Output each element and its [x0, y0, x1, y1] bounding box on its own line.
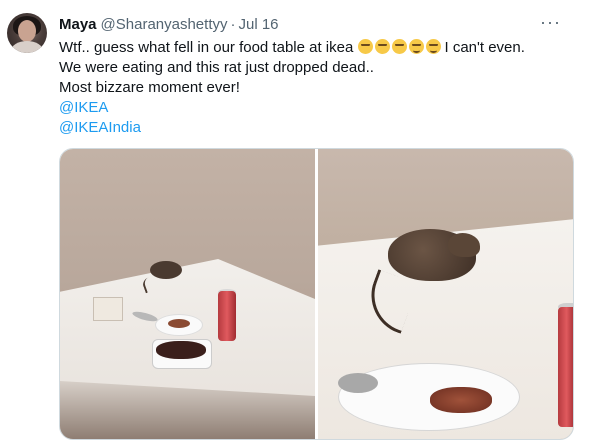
food [430, 387, 492, 413]
unamused-face-icon [391, 39, 407, 54]
soda-can [218, 291, 236, 341]
photo-right[interactable] [318, 149, 573, 439]
mention-ikea-india[interactable]: @IKEAIndia [59, 118, 574, 138]
rat [150, 261, 182, 279]
tweet-line-1: Wtf.. guess what fell in our food table … [59, 38, 574, 58]
food [168, 319, 190, 328]
separator-dot: · [230, 15, 236, 33]
spoon [338, 373, 378, 393]
tweet-line-1-text: Wtf.. guess what fell in our food table … [59, 39, 358, 56]
soda-can [558, 307, 573, 427]
tweet-line-1-tail: I can't even. [444, 39, 525, 56]
dessert [156, 341, 206, 359]
avatar-face [18, 20, 36, 42]
rat-head [448, 233, 480, 257]
tweet-date[interactable]: Jul 16 [239, 16, 279, 33]
woozy-face-icon [408, 39, 424, 54]
author-handle[interactable]: @Sharanyashettyy [101, 16, 228, 33]
unamused-face-icon [357, 39, 373, 54]
avatar-body [11, 41, 43, 53]
tweet-media [59, 148, 574, 440]
tweet-line-3: Most bizzare moment ever! [59, 79, 240, 96]
tweet-line-2: We were eating and this rat just dropped… [59, 59, 374, 76]
unamused-face-icon [374, 39, 390, 54]
tweet-header: Maya @Sharanyashettyy · Jul 16 [59, 14, 279, 34]
woozy-face-icon [425, 39, 441, 54]
author-name[interactable]: Maya [59, 16, 97, 33]
more-options-icon[interactable]: ··· [540, 12, 561, 33]
napkin-box [93, 297, 123, 321]
tweet-text: Wtf.. guess what fell in our food table … [59, 38, 574, 138]
avatar[interactable] [7, 13, 47, 53]
mention-ikea[interactable]: @IKEA [59, 98, 574, 118]
photo-left[interactable] [60, 149, 315, 439]
tweet[interactable]: Maya @Sharanyashettyy · Jul 16 ··· Wtf..… [0, 0, 589, 446]
